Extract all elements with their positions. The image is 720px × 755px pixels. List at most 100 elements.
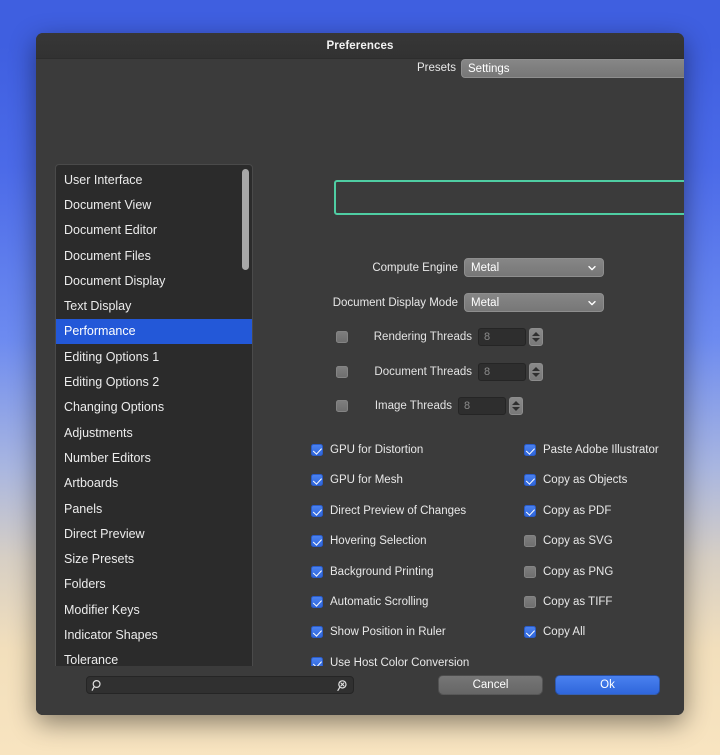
preferences-dialog: Preferences Presets Settings Compute Eng… xyxy=(36,33,684,715)
sidebar-item-adjustments[interactable]: Adjustments xyxy=(56,420,252,445)
document-threads-label: Document Threads xyxy=(356,366,472,378)
rendering-threads-label: Rendering Threads xyxy=(356,331,472,343)
compute-engine-row: Compute Engine Metal xyxy=(316,258,604,277)
rendering-threads-checkbox[interactable] xyxy=(336,331,348,343)
checkbox-copy-as-tiff[interactable] xyxy=(524,596,536,608)
option-row-copy-as-objects[interactable]: Copy as Objects xyxy=(524,473,659,487)
option-label: Hovering Selection xyxy=(330,535,427,547)
compute-engine-label: Compute Engine xyxy=(316,262,458,274)
option-row-gpu-for-mesh[interactable]: GPU for Mesh xyxy=(311,473,469,487)
option-row-copy-as-svg[interactable]: Copy as SVG xyxy=(524,534,659,548)
dialog-titlebar: Preferences xyxy=(36,33,684,59)
option-row-copy-as-pdf[interactable]: Copy as PDF xyxy=(524,504,659,518)
presets-dropdown[interactable]: Settings xyxy=(461,59,684,78)
image-threads-input[interactable]: 8 xyxy=(458,397,506,415)
compute-engine-dropdown[interactable]: Metal xyxy=(464,258,604,277)
option-row-background-printing[interactable]: Background Printing xyxy=(311,565,469,579)
chevron-down-icon xyxy=(587,298,597,308)
sidebar-item-size-presets[interactable]: Size Presets xyxy=(56,546,252,571)
document-threads-stepper[interactable] xyxy=(529,363,543,381)
option-label: Copy as SVG xyxy=(543,535,613,547)
sidebar-item-document-files[interactable]: Document Files xyxy=(56,243,252,268)
checkbox-paste-adobe-illustrator[interactable] xyxy=(524,444,536,456)
sidebar-item-label: Folders xyxy=(64,577,106,591)
document-threads-checkbox[interactable] xyxy=(336,366,348,378)
document-display-mode-dropdown[interactable]: Metal xyxy=(464,293,604,312)
checkbox-copy-as-objects[interactable] xyxy=(524,474,536,486)
option-label: Copy as TIFF xyxy=(543,596,612,608)
sidebar-item-label: Performance xyxy=(64,324,136,338)
sidebar-item-modifier-keys[interactable]: Modifier Keys xyxy=(56,597,252,622)
image-threads-checkbox[interactable] xyxy=(336,400,348,412)
option-row-paste-adobe-illustrator[interactable]: Paste Adobe Illustrator xyxy=(524,443,659,457)
sidebar-item-label: Editing Options 2 xyxy=(64,375,159,389)
document-threads-input[interactable]: 8 xyxy=(478,363,526,381)
highlighted-empty-field[interactable] xyxy=(334,180,684,215)
checkbox-gpu-for-mesh[interactable] xyxy=(311,474,323,486)
chevron-down-icon xyxy=(683,64,684,74)
search-input[interactable] xyxy=(104,679,336,691)
sidebar-item-label: Text Display xyxy=(64,299,131,313)
option-row-automatic-scrolling[interactable]: Automatic Scrolling xyxy=(311,595,469,609)
checkbox-gpu-for-distortion[interactable] xyxy=(311,444,323,456)
option-row-gpu-for-distortion[interactable]: GPU for Distortion xyxy=(311,443,469,457)
checkbox-copy-all[interactable] xyxy=(524,626,536,638)
checkbox-copy-as-svg[interactable] xyxy=(524,535,536,547)
sidebar-item-direct-preview[interactable]: Direct Preview xyxy=(56,521,252,546)
dialog-body: Presets Settings Compute Engine Metal Do… xyxy=(36,59,684,715)
sidebar-scrollbar[interactable] xyxy=(241,167,249,692)
chevron-down-icon xyxy=(587,263,597,273)
checkbox-copy-as-pdf[interactable] xyxy=(524,505,536,517)
sidebar-item-document-editor[interactable]: Document Editor xyxy=(56,218,252,243)
caret-up-icon xyxy=(532,332,540,336)
sidebar-item-label: User Interface xyxy=(64,173,143,187)
option-label: Automatic Scrolling xyxy=(330,596,428,608)
cancel-button[interactable]: Cancel xyxy=(438,675,543,695)
option-label: Background Printing xyxy=(330,566,434,578)
sidebar-item-changing-options[interactable]: Changing Options xyxy=(56,395,252,420)
checkbox-show-position-in-ruler[interactable] xyxy=(311,626,323,638)
image-threads-stepper[interactable] xyxy=(509,397,523,415)
sidebar-item-label: Document Files xyxy=(64,249,151,263)
sidebar-item-document-view[interactable]: Document View xyxy=(56,192,252,217)
checkbox-automatic-scrolling[interactable] xyxy=(311,596,323,608)
option-row-copy-as-png[interactable]: Copy as PNG xyxy=(524,565,659,579)
option-row-show-position-in-ruler[interactable]: Show Position in Ruler xyxy=(311,625,469,639)
option-row-copy-all[interactable]: Copy All xyxy=(524,625,659,639)
sidebar-item-panels[interactable]: Panels xyxy=(56,496,252,521)
sidebar-item-label: Size Presets xyxy=(64,552,134,566)
document-display-mode-label: Document Display Mode xyxy=(316,297,458,309)
rendering-threads-input[interactable]: 8 xyxy=(478,328,526,346)
sidebar-item-editing-options-1[interactable]: Editing Options 1 xyxy=(56,344,252,369)
option-label: Direct Preview of Changes xyxy=(330,505,466,517)
caret-down-icon xyxy=(532,338,540,342)
sidebar-item-user-interface[interactable]: User Interface xyxy=(56,167,252,192)
search-field[interactable] xyxy=(86,676,354,694)
sidebar-item-text-display[interactable]: Text Display xyxy=(56,293,252,318)
sidebar-item-performance[interactable]: Performance xyxy=(56,319,252,344)
ok-button[interactable]: Ok xyxy=(555,675,660,695)
checkbox-direct-preview-of-changes[interactable] xyxy=(311,505,323,517)
sidebar-scrollbar-thumb[interactable] xyxy=(242,169,249,270)
option-row-copy-as-tiff[interactable]: Copy as TIFF xyxy=(524,595,659,609)
option-row-direct-preview-of-changes[interactable]: Direct Preview of Changes xyxy=(311,504,469,518)
sidebar-item-artboards[interactable]: Artboards xyxy=(56,471,252,496)
option-label: GPU for Mesh xyxy=(330,474,403,486)
option-label: Copy All xyxy=(543,626,585,638)
sidebar-item-label: Indicator Shapes xyxy=(64,628,158,642)
checkbox-background-printing[interactable] xyxy=(311,566,323,578)
sidebar-item-editing-options-2[interactable]: Editing Options 2 xyxy=(56,369,252,394)
checkbox-copy-as-png[interactable] xyxy=(524,566,536,578)
option-row-hovering-selection[interactable]: Hovering Selection xyxy=(311,534,469,548)
sidebar-item-document-display[interactable]: Document Display xyxy=(56,268,252,293)
dialog-title: Preferences xyxy=(327,40,394,52)
checkbox-hovering-selection[interactable] xyxy=(311,535,323,547)
options-column-right: Paste Adobe Illustrator Copy as Objects Co… xyxy=(524,443,659,656)
sidebar-item-indicator-shapes[interactable]: Indicator Shapes xyxy=(56,622,252,647)
clear-search-icon[interactable] xyxy=(336,679,349,692)
preferences-category-list[interactable]: User Interface Document ViewDocument Edit… xyxy=(55,164,253,693)
rendering-threads-stepper[interactable] xyxy=(529,328,543,346)
sidebar-item-number-editors[interactable]: Number Editors xyxy=(56,445,252,470)
image-threads-label: Image Threads xyxy=(356,400,452,412)
sidebar-item-folders[interactable]: Folders xyxy=(56,572,252,597)
